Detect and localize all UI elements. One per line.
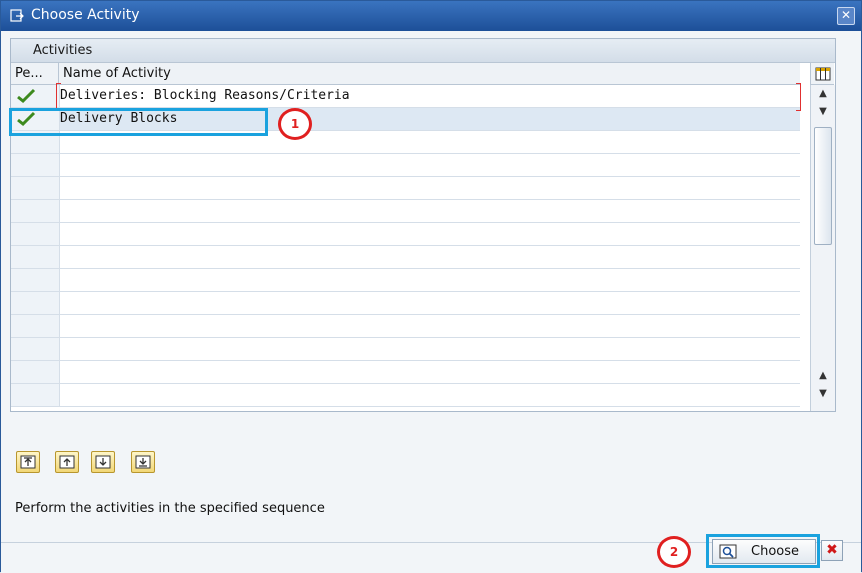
scroll-down-icon[interactable]: ▼ [814, 105, 832, 119]
activity-name-cell[interactable]: Deliveries: Blocking Reasons/Criteria [60, 85, 800, 107]
move-down-icon [95, 455, 111, 469]
green-check-icon [17, 88, 36, 104]
empty-row [11, 361, 800, 384]
move-up-button[interactable] [55, 451, 79, 473]
move-first-icon [20, 455, 36, 469]
column-settings-icon[interactable] [810, 63, 834, 85]
column-header-performed-label: Pe... [15, 66, 43, 81]
highlight-box-delivery-blocks [9, 108, 268, 136]
move-up-icon [59, 455, 75, 469]
move-first-button[interactable] [16, 451, 40, 473]
choose-button[interactable]: Choose [712, 539, 816, 564]
scroll-thumb[interactable] [814, 127, 832, 245]
empty-row [11, 246, 800, 269]
choose-icon [719, 544, 737, 559]
empty-row [11, 315, 800, 338]
empty-row [11, 384, 800, 407]
scroll-up-icon[interactable]: ▲ [814, 87, 832, 101]
empty-row [11, 177, 800, 200]
empty-row [11, 200, 800, 223]
empty-row [11, 292, 800, 315]
column-header-performed[interactable]: Pe... [11, 63, 59, 85]
close-icon[interactable]: ✕ [837, 7, 855, 25]
annotation-marker-1: 1 [278, 108, 312, 140]
choose-label: Choose [751, 544, 799, 559]
scroll-page-up-icon[interactable]: ▲ [814, 369, 832, 383]
move-last-button[interactable] [131, 451, 155, 473]
empty-row [11, 223, 800, 246]
scroll-page-down-icon[interactable]: ▼ [814, 387, 832, 401]
empty-row [11, 269, 800, 292]
cancel-button[interactable]: ✖ [821, 540, 843, 561]
performed-cell [11, 85, 60, 107]
vertical-scrollbar[interactable]: ▲ ▼ ▲ ▼ [810, 85, 835, 411]
move-down-button[interactable] [91, 451, 115, 473]
activities-panel: Activities Pe... Name of Activity Delive… [10, 38, 836, 412]
title-bar[interactable]: Choose Activity ✕ [1, 1, 861, 31]
focus-bracket-left [56, 83, 61, 111]
panel-title-label: Activities [33, 43, 93, 58]
panel-title: Activities [11, 39, 835, 63]
dialog-title: Choose Activity [31, 7, 140, 23]
column-header-name[interactable]: Name of Activity [59, 63, 800, 85]
table-row[interactable]: Deliveries: Blocking Reasons/Criteria [11, 85, 800, 108]
cancel-icon: ✖ [826, 542, 838, 558]
activity-name: Deliveries: Blocking Reasons/Criteria [60, 88, 350, 103]
empty-row [11, 154, 800, 177]
dialog-icon [10, 9, 24, 22]
choose-activity-dialog: Choose Activity ✕ Activities Pe... Name … [0, 0, 862, 573]
focus-bracket-right [796, 83, 801, 111]
column-header-name-label: Name of Activity [63, 66, 171, 81]
move-last-icon [135, 455, 151, 469]
hint-text: Perform the activities in the specified … [15, 501, 325, 516]
empty-row [11, 338, 800, 361]
annotation-marker-2: 2 [657, 536, 691, 568]
